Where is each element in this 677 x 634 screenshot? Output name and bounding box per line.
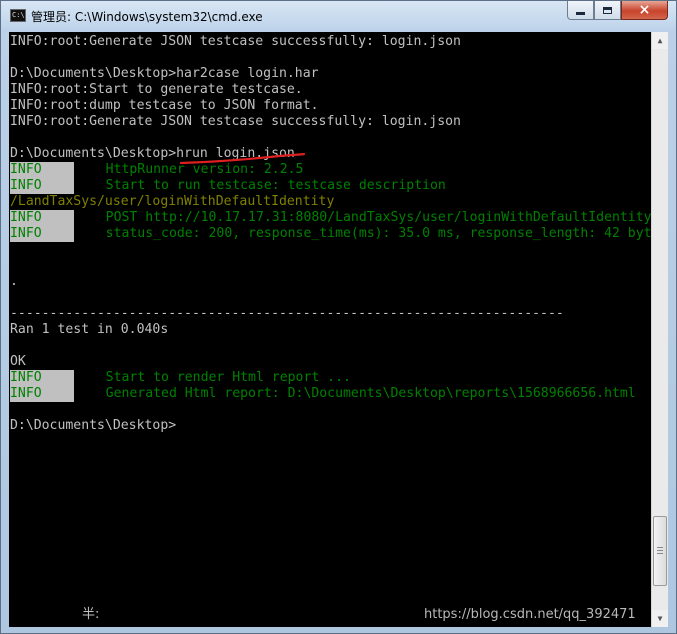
watermark: https://blog.csdn.net/qq_392471: [424, 607, 636, 622]
log-message: Start to run testcase: testcase descript…: [105, 178, 446, 193]
log-line: INFO POST http://10.17.17.31:8080/LandTa…: [10, 210, 651, 226]
scroll-down-arrow-icon[interactable]: ▼: [652, 610, 668, 627]
scrollbar-thumb[interactable]: [653, 516, 667, 586]
log-message: POST http://10.17.17.31:8080/LandTaxSys/…: [105, 210, 651, 225]
ime-status: 半:: [82, 607, 100, 622]
maximize-icon: [603, 6, 612, 14]
log-line: INFO Start to run testcase: testcase des…: [10, 178, 446, 194]
console-line: INFO:root:dump testcase to JSON format.: [10, 98, 319, 113]
console-line: D:\Documents\Desktop>har2case login.har: [10, 66, 319, 81]
minimize-icon: [576, 12, 585, 15]
log-line: INFO Generated Html report: D:\Documents…: [10, 386, 636, 402]
console-line: D:\Documents\Desktop>hrun login.json: [10, 146, 295, 161]
close-icon: ×: [638, 2, 651, 18]
log-line: INFO status_code: 200, response_time(ms)…: [10, 226, 651, 242]
console-line: INFO:root:Generate JSON testcase success…: [10, 34, 461, 49]
log-line: INFO HttpRunner version: 2.2.5: [10, 162, 303, 178]
progress-dot: .: [10, 274, 18, 289]
minimize-button[interactable]: [567, 1, 594, 20]
separator-line: ----------------------------------------…: [10, 306, 564, 321]
cmd-console-icon[interactable]: C:\: [10, 9, 26, 22]
log-message: Start to render Html report ...: [105, 370, 351, 385]
close-button[interactable]: ×: [621, 1, 668, 20]
log-path-line: /LandTaxSys/user/loginWithDefaultIdentit…: [10, 194, 335, 209]
console-line: INFO:root:Start to generate testcase.: [10, 82, 303, 97]
log-level-badge: INFO: [10, 178, 74, 194]
vertical-scrollbar[interactable]: ▲ ▼: [651, 32, 668, 627]
title-bar[interactable]: C:\ 管理员: C:\Windows\system32\cmd.exe ×: [1, 1, 676, 31]
log-message: status_code: 200, response_time(ms): 35.…: [105, 226, 651, 241]
console-output[interactable]: INFO:root:Generate JSON testcase success…: [9, 32, 651, 627]
test-summary: Ran 1 test in 0.040s: [10, 322, 169, 337]
command-prompt: D:\Documents\Desktop>: [10, 418, 177, 433]
window-title: 管理员: C:\Windows\system32\cmd.exe: [31, 10, 263, 24]
log-level-badge: INFO: [10, 370, 74, 386]
maximize-button[interactable]: [594, 1, 621, 20]
log-line: INFO Start to render Html report ...: [10, 370, 351, 386]
log-level-badge: INFO: [10, 226, 74, 242]
scroll-up-arrow-icon[interactable]: ▲: [652, 32, 668, 49]
log-message: HttpRunner version: 2.2.5: [105, 162, 304, 177]
log-level-badge: INFO: [10, 386, 74, 402]
log-level-badge: INFO: [10, 162, 74, 178]
log-message: Generated Html report: D:\Documents\Desk…: [105, 386, 636, 401]
cmd-window: C:\ 管理员: C:\Windows\system32\cmd.exe × I…: [0, 0, 677, 634]
console-line: INFO:root:Generate JSON testcase success…: [10, 114, 461, 129]
test-result: OK: [10, 354, 26, 369]
log-level-badge: INFO: [10, 210, 74, 226]
